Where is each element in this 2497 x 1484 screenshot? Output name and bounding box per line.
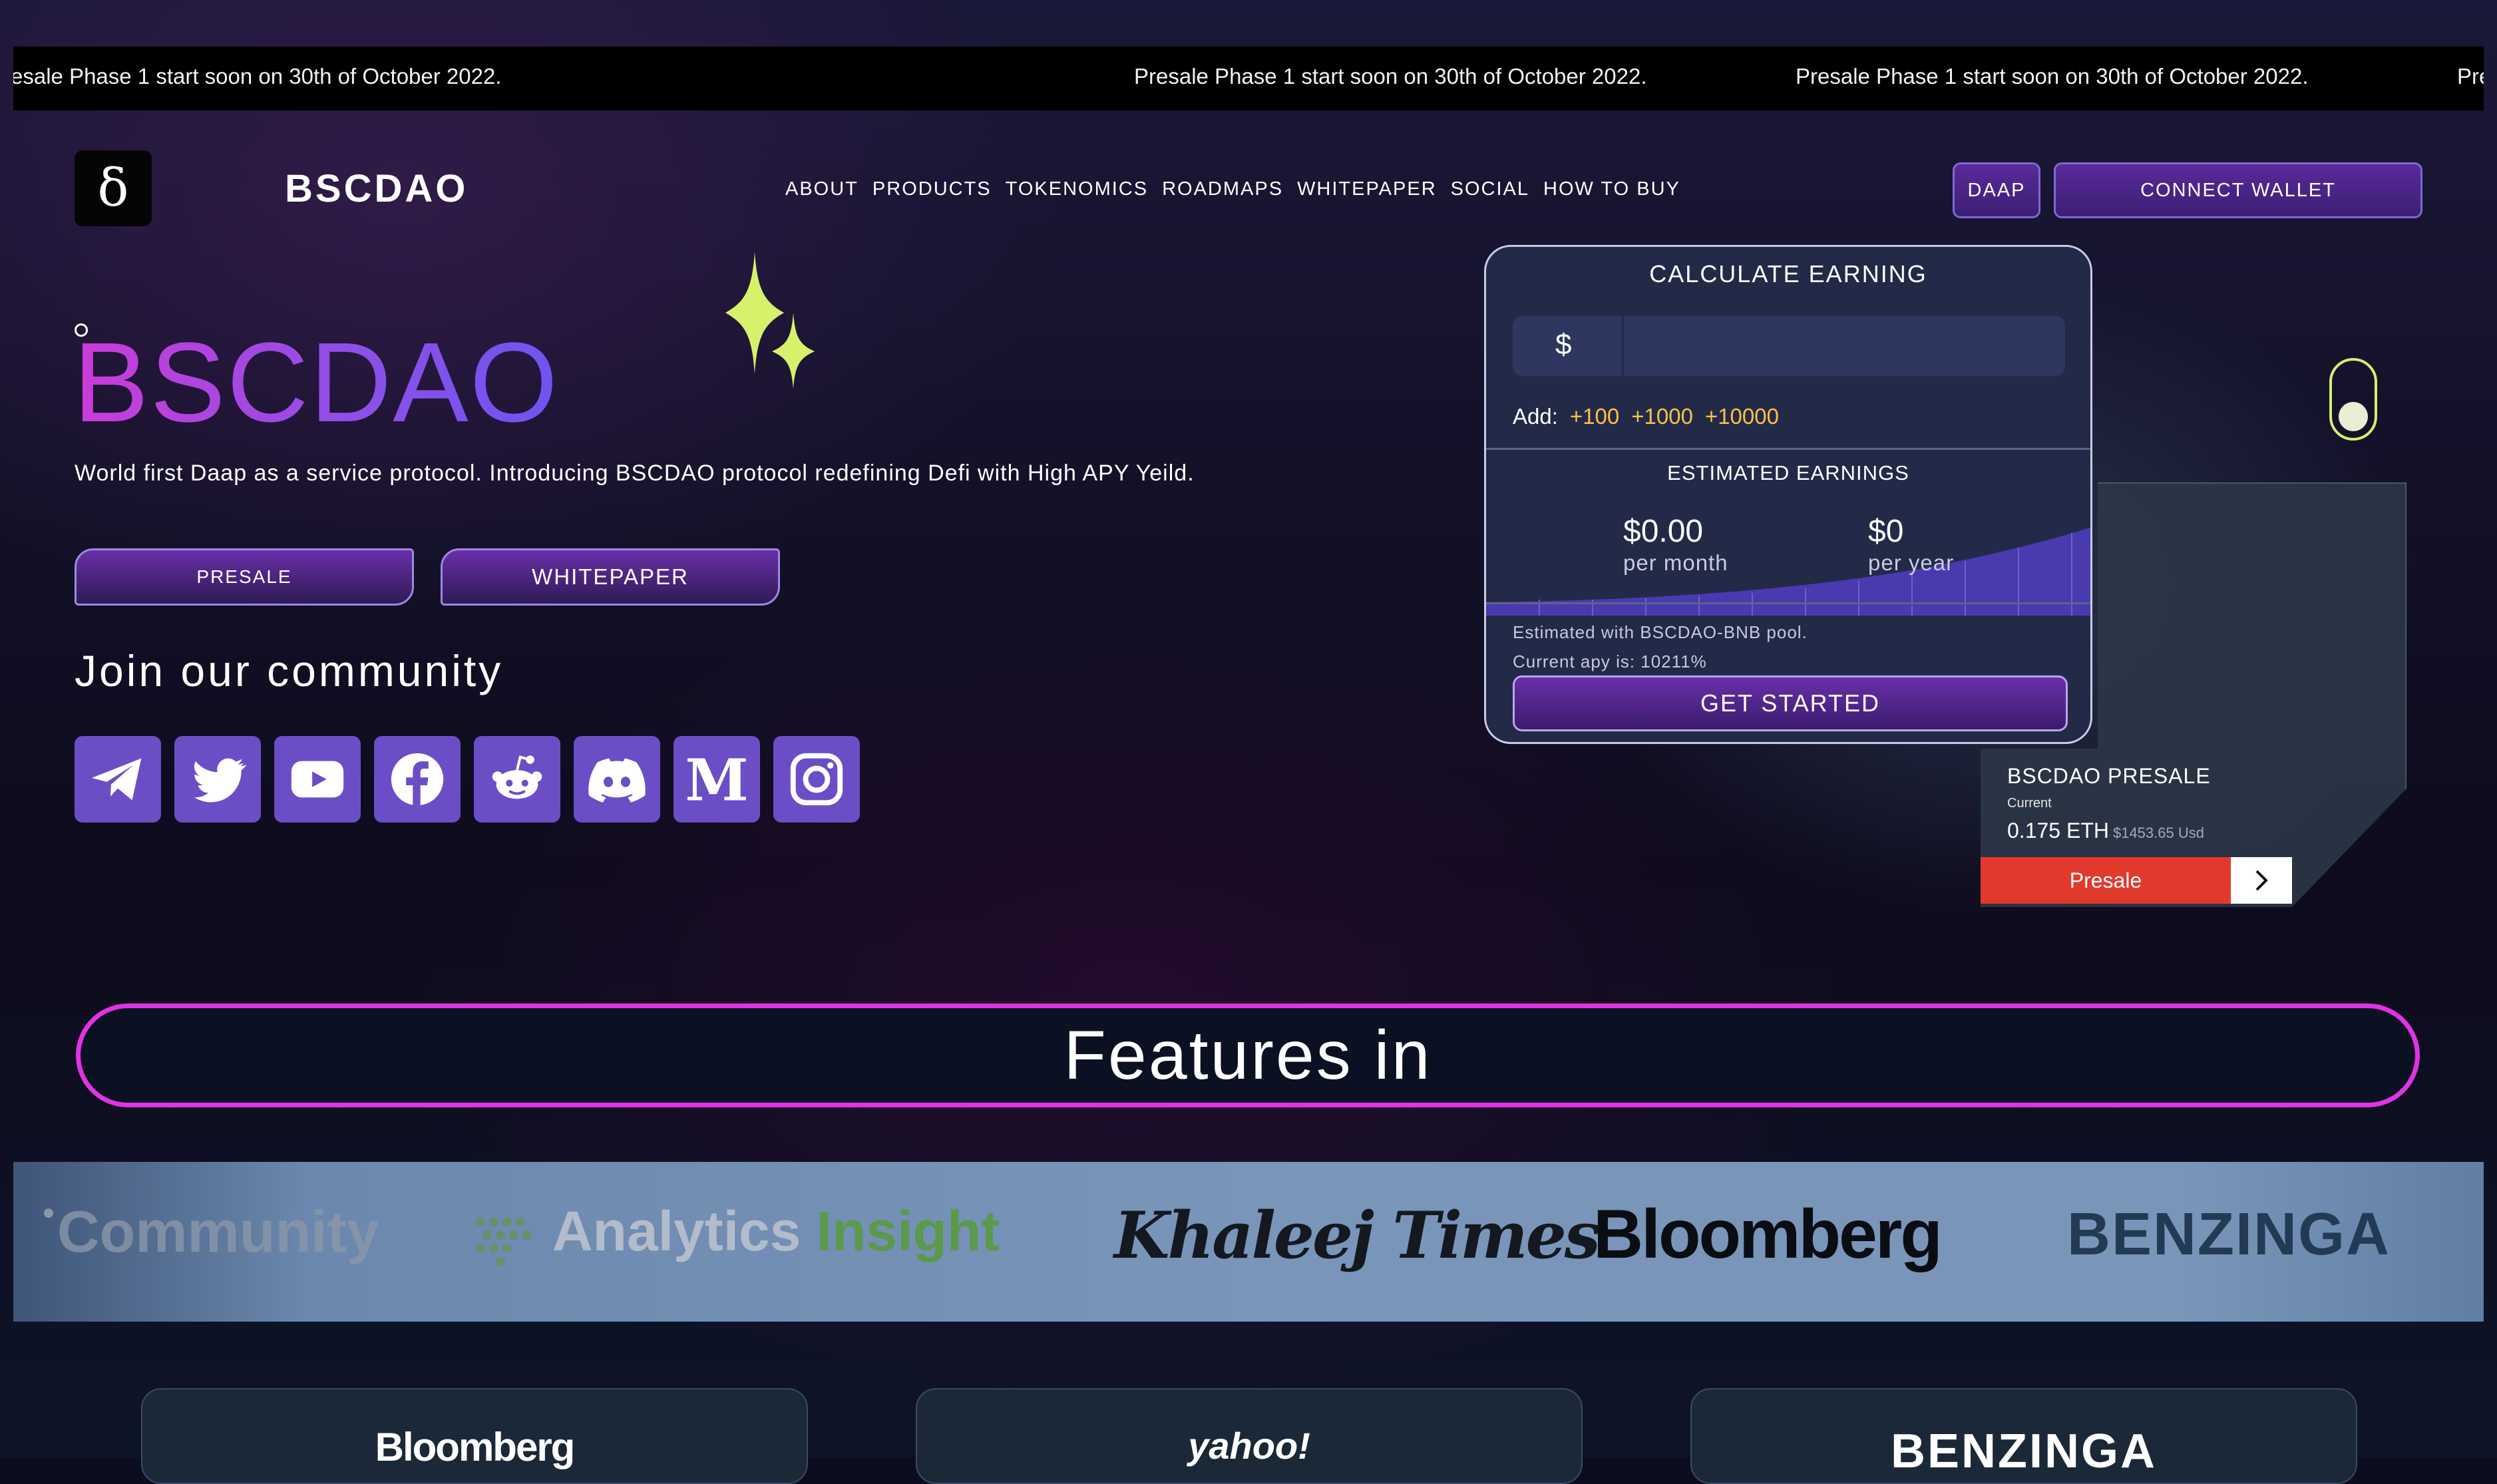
analytics-word: Analytics (552, 1200, 801, 1262)
press-logo-bloomberg: Bloomberg (1593, 1196, 1943, 1273)
add-label: Add: (1513, 404, 1558, 429)
nav-social[interactable]: SOCIAL (1451, 178, 1529, 200)
press-card-benzinga[interactable]: BENZINGA (1690, 1388, 2357, 1484)
medium-icon[interactable]: M (673, 736, 760, 823)
instagram-icon[interactable] (773, 736, 860, 823)
year-earning-label: per year (1868, 550, 1955, 575)
press-logos-strip: Community Analytics Insight Khaleej Time… (13, 1162, 2484, 1322)
announcement-ticker: esale Phase 1 start soon on 30th of Octo… (13, 47, 2484, 110)
card-yahoo-logo: yahoo! (1188, 1425, 1310, 1467)
hero-title: BSCDAO (73, 319, 559, 446)
main-nav: ABOUT PRODUCTS TOKENOMICS ROADMAPS WHITE… (785, 178, 1680, 200)
month-earning-value: $0.00 (1623, 514, 1704, 549)
reddit-icon[interactable] (474, 736, 560, 823)
year-earning-value: $0 (1868, 514, 1904, 549)
hero-subtitle: World first Daap as a service protocol. … (75, 461, 1195, 486)
facebook-icon[interactable] (374, 736, 461, 823)
nav-whitepaper[interactable]: WHITEPAPER (1297, 178, 1437, 200)
add-100-button[interactable]: +100 (1570, 404, 1619, 429)
sparkle-icon (725, 252, 815, 389)
whitepaper-button[interactable]: WHITEPAPER (441, 548, 780, 606)
discord-icon[interactable] (574, 736, 660, 823)
brand-name[interactable]: BSCDAO (285, 166, 468, 211)
press-logo-benzinga: BENZINGA (2067, 1201, 2391, 1268)
nav-tokenomics[interactable]: TOKENOMICS (1006, 178, 1148, 200)
ticker-item: esale Phase 1 start soon on 30th of Octo… (13, 64, 502, 89)
ticker-item: Presale Phase 1 start soon on 30th of Oc… (1134, 64, 1647, 89)
calculator-title: CALCULATE EARNING (1649, 260, 1927, 287)
apy-note: Current apy is: 10211% (1513, 651, 1707, 671)
card-benzinga-logo: BENZINGA (1891, 1425, 2157, 1478)
card-bloomberg-logo: Bloomberg (375, 1425, 576, 1469)
twitter-icon[interactable] (174, 736, 261, 823)
press-card-yahoo[interactable]: yahoo! (916, 1388, 1583, 1484)
nav-roadmaps[interactable]: ROADMAPS (1162, 178, 1283, 200)
ticker-item: Presale Phase 1 start soon on 30th of Oc… (1796, 64, 2309, 89)
nav-products[interactable]: PRODUCTS (872, 178, 992, 200)
daap-button[interactable]: DAAP (1953, 162, 2040, 218)
press-card-bloomberg[interactable]: Bloomberg (141, 1388, 808, 1484)
presale-title: BSCDAO PRESALE (2007, 764, 2211, 788)
community-logo-dot (44, 1208, 53, 1218)
nav-how-to-buy[interactable]: HOW TO BUY (1543, 178, 1680, 200)
presale-price: 0.175 ETH $1453.65 Usd (2007, 819, 2204, 843)
amount-input[interactable]: $ (1513, 316, 2065, 376)
chevron-right-icon[interactable] (2231, 857, 2292, 904)
telegram-icon[interactable] (75, 736, 161, 823)
moon-icon (2339, 402, 2368, 431)
features-heading: Features in (1063, 1016, 1432, 1094)
pool-note: Estimated with BSCDAO-BNB pool. (1513, 622, 1808, 642)
logo[interactable]: δ (75, 150, 152, 226)
nav-about[interactable]: ABOUT (785, 178, 859, 200)
presale-price-eth: 0.175 ETH (2007, 819, 2109, 842)
earnings-curve (1486, 527, 2090, 616)
features-banner: Features in (76, 1004, 2420, 1107)
presale-button[interactable]: PRESALE (75, 548, 414, 606)
ticker-item: Pre (2457, 64, 2484, 89)
analytics-insight-logo-icon (476, 1217, 532, 1266)
svg-text:M: M (685, 748, 748, 811)
press-logo-community: Community (57, 1199, 379, 1264)
press-logo-khaleej-times: Khaleej Times (1114, 1198, 1601, 1273)
presale-price-usd: $1453.65 Usd (2112, 825, 2204, 841)
month-earning-label: per month (1623, 550, 1728, 575)
presale-widget-button[interactable]: Presale (1981, 857, 2231, 904)
estimated-earnings-title: ESTIMATED EARNINGS (1667, 461, 1909, 484)
youtube-icon[interactable] (274, 736, 361, 823)
currency-symbol: $ (1555, 328, 1572, 361)
insight-word: Insight (816, 1200, 1000, 1262)
add-10000-button[interactable]: +10000 (1705, 404, 1779, 429)
connect-wallet-button[interactable]: CONNECT WALLET (2054, 162, 2422, 218)
get-started-button[interactable]: GET STARTED (1513, 675, 2068, 731)
press-logo-analytics-insight: Analytics Insight (552, 1199, 1000, 1264)
theme-toggle[interactable] (2329, 358, 2377, 441)
community-heading: Join our community (75, 646, 504, 695)
divider (1486, 602, 2090, 604)
input-divider (1622, 316, 1624, 376)
quick-add-row: Add: +100 +1000 +10000 (1513, 404, 1779, 429)
divider (1486, 448, 2090, 450)
presale-current-label: Current (2007, 796, 2052, 811)
add-1000-button[interactable]: +1000 (1631, 404, 1693, 429)
earnings-calculator: CALCULATE EARNING $ Add: +100 +1000 +10000 … (1484, 245, 2092, 744)
